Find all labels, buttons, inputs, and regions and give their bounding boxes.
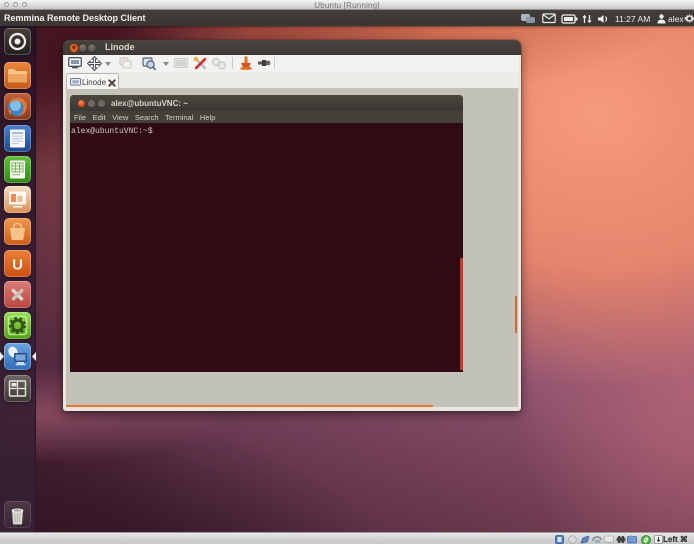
- svg-text:U: U: [12, 256, 23, 273]
